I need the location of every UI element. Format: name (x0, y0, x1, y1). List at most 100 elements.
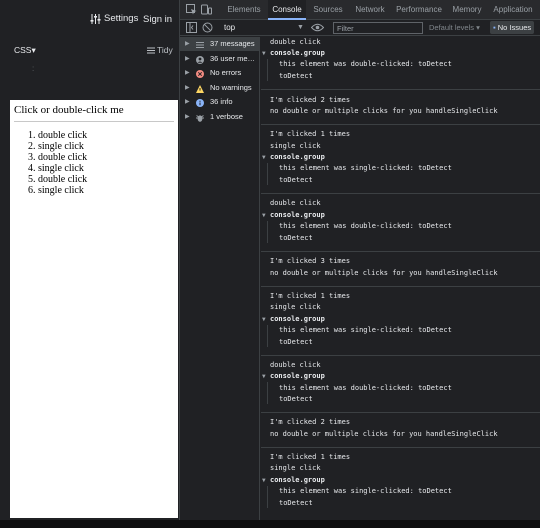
list-icon (196, 40, 204, 48)
console-message: this element was single-clicked: toDetec… (279, 164, 452, 172)
tab-console[interactable]: Console (268, 0, 306, 20)
devtools-panel: Elements Console Sources Network Performance… (179, 0, 540, 528)
clear-console-icon[interactable] (202, 22, 213, 33)
message-separator (261, 193, 540, 194)
console-message: I'm clicked 1 times (270, 453, 351, 461)
console-output[interactable]: double click console.group ▼ this element w… (261, 37, 540, 528)
console-sidebar: ▶ 37 messages ▶ 36 user me… ▶ No errors ▶ No wa… (180, 37, 260, 528)
expand-caret-icon[interactable]: ▶ (185, 66, 190, 80)
tidy-label: Tidy (157, 45, 173, 55)
console-message: this element was single-clicked: toDetec… (279, 326, 452, 334)
css-code-text[interactable]: : (32, 64, 34, 73)
message-separator (261, 89, 540, 90)
tab-performance[interactable]: Performance (392, 0, 446, 20)
console-toolbar: top ▼ Default levels ▾ ▪ No Issues (180, 20, 540, 36)
group-collapse-caret-icon[interactable]: ▼ (262, 316, 266, 323)
filter-input[interactable] (333, 22, 423, 34)
message-separator (261, 286, 540, 287)
sidebar-item-label: No errors (210, 68, 242, 77)
error-icon (196, 69, 204, 78)
tab-elements[interactable]: Elements (222, 0, 266, 20)
console-message: I'm clicked 3 times (270, 257, 351, 265)
expand-caret-icon[interactable]: ▶ (185, 81, 190, 95)
console-message: toDetect (279, 72, 313, 80)
group-collapse-caret-icon[interactable]: ▼ (262, 50, 266, 57)
preview-title[interactable]: Click or double-click me (14, 104, 124, 116)
tab-application[interactable]: Application (488, 0, 538, 20)
context-selector[interactable]: top (224, 22, 302, 34)
preview-divider (14, 121, 174, 122)
message-separator (261, 124, 540, 125)
sidebar-item-info[interactable]: ▶ 36 info (180, 95, 259, 109)
expand-caret-icon[interactable]: ▶ (185, 110, 190, 124)
issues-button[interactable]: ▪ No Issues (490, 21, 535, 34)
bottom-edge (0, 520, 540, 528)
settings-label: Settings (104, 13, 139, 24)
click-log-list: 1. double click 2. single click 3. double … (28, 130, 87, 196)
console-group-header[interactable]: console.group (270, 476, 325, 484)
console-message: I'm clicked 2 times (270, 96, 351, 104)
click-log-item: 5. double click (28, 174, 88, 185)
expand-caret-icon[interactable]: ▶ (185, 37, 190, 51)
console-message: double click (270, 38, 321, 46)
console-message: single click (270, 464, 321, 472)
sidebar-item-user[interactable]: ▶ 36 user me… (180, 52, 259, 66)
sign-in-link[interactable]: Sign in (143, 14, 172, 25)
console-message: double click (270, 361, 321, 369)
group-indent-line (267, 486, 268, 508)
console-message: double click (270, 199, 321, 207)
sidebar-item-bug[interactable]: ▶ 1 verbose (180, 110, 259, 124)
sidebar-toggle-icon[interactable] (186, 22, 197, 33)
sliders-icon (90, 13, 101, 24)
console-message: single click (270, 303, 321, 311)
click-log-item: 1. double click (28, 130, 88, 141)
console-group-header[interactable]: console.group (270, 49, 325, 57)
sidebar-item-error[interactable]: ▶ No errors (180, 66, 259, 80)
message-separator (261, 412, 540, 413)
issues-label: No Issues (497, 23, 532, 32)
group-collapse-caret-icon[interactable]: ▼ (262, 154, 266, 161)
console-message: no double or multiple clicks for you han… (270, 430, 498, 438)
group-collapse-caret-icon[interactable]: ▼ (262, 477, 266, 484)
console-message: this element was double-clicked: toDetec… (279, 384, 452, 392)
group-collapse-caret-icon[interactable]: ▼ (262, 373, 266, 380)
group-collapse-caret-icon[interactable]: ▼ (262, 212, 266, 219)
console-message: no double or multiple clicks for you han… (270, 269, 498, 277)
console-group-header[interactable]: console.group (270, 315, 325, 323)
console-message: no double or multiple clicks for you han… (270, 107, 498, 115)
console-message: I'm clicked 2 times (270, 418, 351, 426)
sidebar-item-label: 36 info (210, 97, 233, 106)
click-log-item: 2. single click (28, 141, 84, 152)
console-group-header[interactable]: console.group (270, 153, 325, 161)
console-message: toDetect (279, 499, 313, 507)
result-preview[interactable]: Click or double-click me 1. double click… (10, 100, 178, 518)
console-message: this element was double-clicked: toDetec… (279, 60, 452, 68)
inspect-icon[interactable] (186, 4, 197, 15)
tab-sources[interactable]: Sources (308, 0, 348, 20)
console-message: toDetect (279, 395, 313, 403)
settings-button[interactable]: Settings (90, 13, 138, 24)
console-message: toDetect (279, 176, 313, 184)
click-log-item: 4. single click (28, 163, 84, 174)
sidebar-item-warning[interactable]: ▶ No warnings (180, 81, 259, 95)
eye-icon[interactable] (311, 23, 324, 32)
sidebar-item-label: 36 user me… (210, 53, 256, 63)
console-message: toDetect (279, 338, 313, 346)
expand-caret-icon[interactable]: ▶ (185, 52, 190, 66)
warning-icon (196, 84, 204, 93)
css-dropdown[interactable]: CSS▾ (14, 45, 36, 56)
console-message: single click (270, 142, 321, 150)
click-log-item: 3. double click (28, 152, 88, 163)
console-group-header[interactable]: console.group (270, 372, 325, 380)
expand-caret-icon[interactable]: ▶ (185, 95, 190, 109)
log-levels-dropdown[interactable]: Default levels ▾ (429, 22, 480, 34)
sidebar-item-list[interactable]: ▶ 37 messages (180, 37, 259, 51)
device-toolbar-icon[interactable] (201, 4, 212, 15)
console-group-header[interactable]: console.group (270, 211, 325, 219)
user-icon (196, 55, 204, 64)
tidy-button[interactable]: Tidy (147, 45, 173, 55)
tab-memory[interactable]: Memory (448, 0, 486, 20)
group-indent-line (267, 325, 268, 347)
tab-network[interactable]: Network (350, 0, 390, 20)
lines-icon (147, 47, 155, 53)
